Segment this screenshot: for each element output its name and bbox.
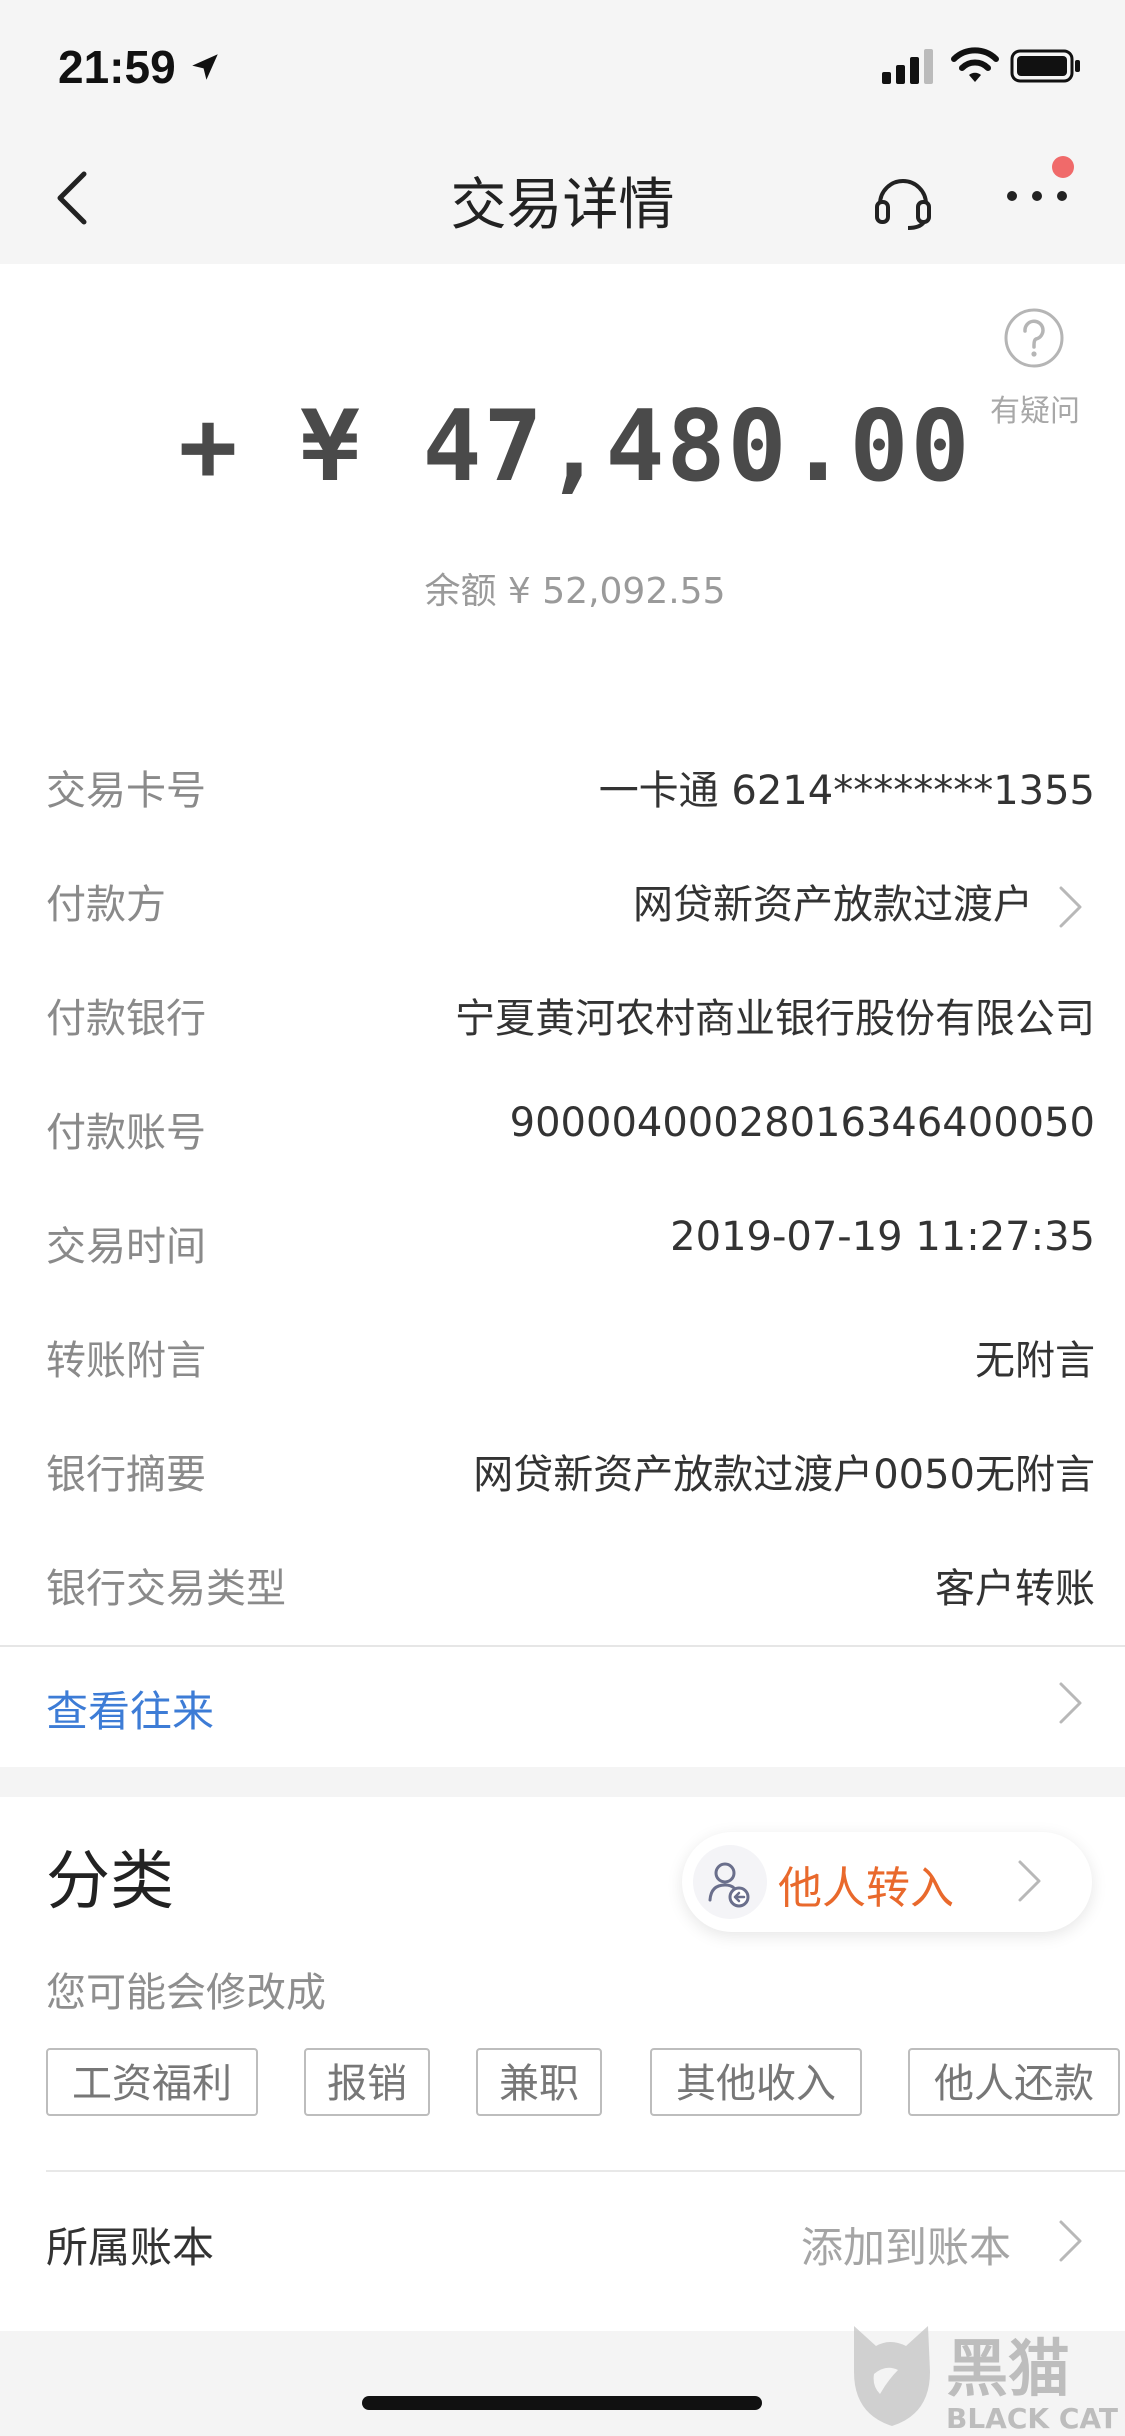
detail-row: 付款账号 90000400028016346400050 [0, 1072, 1125, 1186]
view-history-link[interactable]: 查看往来 [46, 1678, 214, 1739]
detail-label: 交易时间 [46, 1224, 206, 1270]
details-list: 交易卡号 一卡通 6214********1355 付款方 网贷新资产放款过渡户付款银… [0, 730, 1125, 1642]
category-tag[interactable]: 兼职 [476, 2048, 602, 2116]
category-tag[interactable]: 工资福利 [46, 2048, 258, 2116]
chevron-right-icon[interactable] [1055, 884, 1085, 930]
divider [0, 1645, 1125, 1647]
watermark-text-en: BLACK CAT [946, 2402, 1118, 2435]
detail-value[interactable]: 网贷新资产放款过渡户 [633, 872, 1033, 930]
battery-icon [1010, 49, 1080, 83]
question-icon[interactable] [1003, 307, 1065, 369]
wifi-icon [951, 47, 999, 82]
detail-value: 一卡通 6214********1355 [598, 768, 1095, 814]
detail-value: 客户转账 [935, 1566, 1095, 1612]
detail-row: 银行摘要 网贷新资产放款过渡户0050无附言 [0, 1414, 1125, 1528]
current-category-label[interactable]: 他人转入 [778, 1852, 954, 1916]
detail-label: 付款方 [46, 882, 166, 928]
category-hint: 您可能会修改成 [46, 1970, 326, 2016]
category-tag[interactable]: 其他收入 [650, 2048, 862, 2116]
detail-row: 交易时间 2019-07-19 11:27:35 [0, 1186, 1125, 1300]
account-balance: 余额 ¥ 52,092.55 [424, 571, 726, 612]
detail-label: 付款银行 [46, 996, 206, 1042]
transaction-amount: + ¥ 47,480.00 [178, 390, 972, 504]
add-to-ledger-button[interactable]: 添加到账本 [801, 2214, 1011, 2275]
chevron-right-icon[interactable] [1055, 2218, 1085, 2264]
detail-row: 交易卡号 一卡通 6214********1355 [0, 730, 1125, 844]
detail-label: 银行交易类型 [46, 1566, 286, 1612]
status-time: 21:59 [58, 41, 176, 93]
transfer-in-icon [693, 1845, 767, 1919]
ledger-label: 所属账本 [46, 2223, 215, 2272]
detail-row: 转账附言 无附言 [0, 1300, 1125, 1414]
category-tag[interactable]: 报销 [304, 2048, 430, 2116]
detail-label: 银行摘要 [46, 1452, 206, 1498]
detail-value: 网贷新资产放款过渡户0050无附言 [473, 1452, 1095, 1498]
watermark-text-cn: 黑猫 [946, 2332, 1070, 2405]
detail-value: 90000400028016346400050 [509, 1100, 1095, 1146]
category-tag[interactable]: 他人还款 [908, 2048, 1120, 2116]
black-cat-watermark-logo: 黑猫 BLACK CAT [854, 2326, 1118, 2435]
detail-value: 宁夏黄河农村商业银行股份有限公司 [455, 996, 1095, 1042]
notification-dot [1052, 156, 1074, 178]
more-options-icon[interactable] [1004, 186, 1070, 206]
category-title: 分类 [46, 1845, 174, 1919]
category-tags: 工资福利 报销 兼职 其他收入 他人还款 [46, 2048, 1125, 2120]
chevron-right-icon[interactable] [1014, 1858, 1044, 1904]
detail-value: 无附言 [975, 1338, 1095, 1384]
divider [46, 2170, 1125, 2172]
location-arrow-icon [192, 54, 218, 80]
page-title: 交易详情 [450, 173, 675, 238]
detail-row: 银行交易类型 客户转账 [0, 1528, 1125, 1642]
home-indicator[interactable] [362, 2396, 762, 2410]
detail-label: 付款账号 [46, 1110, 206, 1156]
detail-row: 付款银行 宁夏黄河农村商业银行股份有限公司 [0, 958, 1125, 1072]
chevron-right-icon[interactable] [1055, 1680, 1085, 1726]
detail-label: 转账附言 [46, 1338, 206, 1384]
cellular-signal-icon [882, 49, 933, 84]
headset-icon[interactable] [872, 168, 934, 230]
detail-label: 交易卡号 [46, 768, 206, 814]
detail-value: 2019-07-19 11:27:35 [670, 1214, 1095, 1260]
detail-row[interactable]: 付款方 网贷新资产放款过渡户 [0, 844, 1125, 958]
